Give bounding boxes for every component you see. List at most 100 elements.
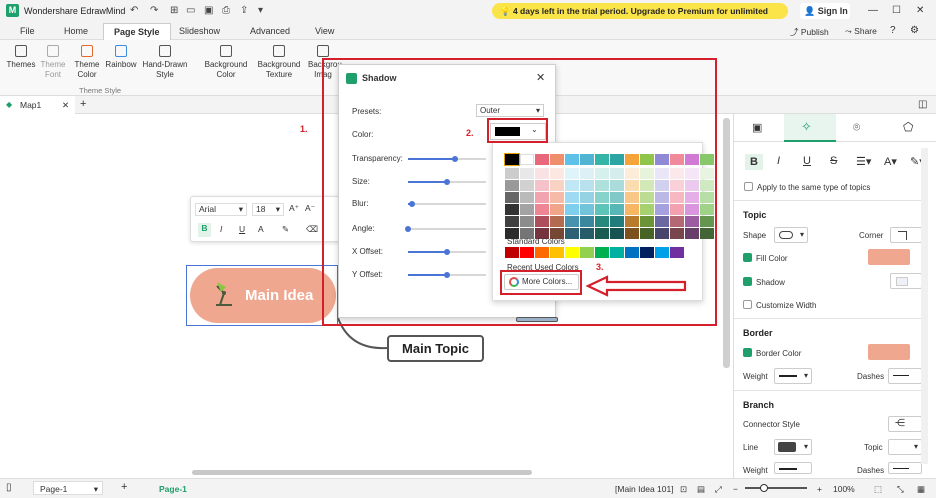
highlight-icon[interactable]: ✎: [282, 224, 289, 235]
apply-same-checkbox[interactable]: [744, 182, 753, 191]
fullscreen-icon[interactable]: ⤢: [715, 484, 722, 495]
theme-color-button[interactable]: Theme Color: [72, 45, 102, 80]
branch-weight-select[interactable]: [774, 462, 812, 474]
shadow-checkbox[interactable]: [743, 277, 752, 286]
zoom-slider[interactable]: [745, 484, 807, 492]
undo-icon[interactable]: ↶: [130, 5, 138, 16]
new-file-icon[interactable]: ⊞: [170, 5, 178, 16]
branch-topic-select[interactable]: ▾: [888, 439, 922, 455]
apply-same-label: Apply to the same type of topics: [757, 183, 871, 192]
font-color-icon[interactable]: A▾: [884, 155, 897, 168]
zoom-out-icon[interactable]: −: [733, 484, 738, 494]
format-painter-icon[interactable]: ⌫: [306, 224, 318, 235]
sparkle-icon[interactable]: ✧: [801, 119, 812, 135]
zoom-level[interactable]: 100%: [833, 484, 855, 494]
badge-icon[interactable]: ⬠: [903, 120, 913, 134]
border-color-picker[interactable]: [868, 344, 910, 360]
present-icon[interactable]: ▤: [697, 484, 705, 495]
fit-width-icon[interactable]: ⬚: [874, 484, 882, 495]
background-texture-button[interactable]: Background Texture: [254, 45, 304, 80]
border-weight-label: Weight: [743, 372, 768, 381]
publish-button[interactable]: ⤴ Publish: [790, 26, 829, 38]
tab-slideshow[interactable]: Slideshow: [171, 25, 228, 37]
rainbow-button[interactable]: Rainbow: [104, 45, 138, 70]
background-color-button[interactable]: Background Color: [203, 45, 249, 80]
more-icon[interactable]: ▾: [258, 5, 263, 16]
canvas-vertical-scrollbar[interactable]: [723, 118, 730, 368]
chevron-down-icon: ▾: [275, 204, 280, 214]
tab-page-style[interactable]: Page Style: [103, 23, 171, 40]
shape-select[interactable]: ▾: [774, 227, 808, 243]
font-family-value: Arial: [199, 204, 217, 214]
hand-drawn-style-button[interactable]: Hand-Drawn Style: [140, 45, 190, 80]
expand-icon[interactable]: ⤡: [897, 484, 904, 495]
save-icon[interactable]: ▣: [204, 5, 213, 16]
trial-banner[interactable]: 💡 4 days left in the trial period. Upgra…: [492, 3, 788, 32]
themes-button[interactable]: Themes: [6, 45, 36, 70]
grow-font-icon[interactable]: A⁺: [289, 203, 299, 214]
panel-underline-button[interactable]: U: [803, 155, 811, 167]
font-size-select[interactable]: 18 ▾: [252, 203, 284, 216]
panel-strikethrough-button[interactable]: S: [830, 155, 837, 167]
zoom-slider-knob[interactable]: [760, 484, 768, 492]
fill-color-picker[interactable]: [868, 249, 910, 265]
open-folder-icon[interactable]: ▭: [186, 5, 195, 16]
panel-bold-button[interactable]: B: [745, 154, 763, 170]
maximize-icon[interactable]: ☐: [892, 5, 901, 16]
tab-file[interactable]: File: [12, 25, 43, 37]
map-pin-icon[interactable]: ⌾: [853, 120, 860, 135]
italic-button[interactable]: I: [220, 224, 222, 234]
underline-button[interactable]: U: [239, 224, 245, 234]
branch-dashes-select[interactable]: [888, 462, 922, 474]
font-color-button[interactable]: A: [258, 224, 264, 234]
image-icon: [317, 45, 329, 57]
add-tab-icon[interactable]: +: [80, 98, 86, 110]
page-tab[interactable]: Page-1: [159, 484, 187, 494]
fill-color-checkbox[interactable]: [743, 253, 752, 262]
add-page-icon[interactable]: +: [121, 481, 127, 493]
minimize-icon[interactable]: —: [868, 5, 878, 16]
shadow-label: Shadow: [756, 278, 785, 287]
share-button[interactable]: ⤳ Share: [845, 26, 877, 37]
page-icon[interactable]: ▣: [752, 121, 762, 134]
resize-handle[interactable]: [516, 317, 558, 322]
tab-home[interactable]: Home: [56, 25, 96, 37]
page-select[interactable]: Page-1 ▾: [33, 481, 103, 495]
export-icon[interactable]: ⇪: [240, 5, 248, 16]
zoom-in-icon[interactable]: +: [817, 484, 822, 494]
bold-button[interactable]: B: [198, 223, 211, 237]
shrink-font-icon[interactable]: A⁻: [305, 203, 315, 214]
close-icon[interactable]: ✕: [916, 5, 924, 16]
settings-icon[interactable]: ⚙: [910, 25, 919, 36]
divider: [734, 318, 922, 319]
main-topic-node[interactable]: Main Topic: [387, 335, 484, 362]
line-color-select[interactable]: ▾: [774, 439, 812, 455]
tab-view[interactable]: View: [307, 25, 342, 37]
fit-page-icon[interactable]: ⊡: [680, 484, 687, 495]
align-icon[interactable]: ☰▾: [856, 155, 871, 168]
border-dashes-select[interactable]: [888, 368, 922, 384]
layout-icon[interactable]: ▦: [917, 484, 925, 495]
redo-icon[interactable]: ↷: [150, 5, 158, 16]
border-color-checkbox[interactable]: [743, 348, 752, 357]
line-color-swatch: [778, 442, 796, 452]
sign-in-button[interactable]: 👤 Sign In: [800, 3, 850, 19]
panel-scrollbar[interactable]: [921, 148, 928, 464]
tab-close-icon[interactable]: ✕: [62, 96, 69, 114]
corner-select[interactable]: [890, 227, 922, 243]
theme-font-button[interactable]: Theme Font: [38, 45, 68, 80]
font-family-select[interactable]: Arial ▾: [195, 203, 247, 216]
branch-dashes-label: Dashes: [857, 466, 885, 475]
canvas-horizontal-scrollbar[interactable]: [192, 470, 532, 475]
sidebar-toggle-icon[interactable]: ▯: [6, 482, 12, 493]
shadow-style-select[interactable]: [890, 273, 922, 289]
customize-width-checkbox[interactable]: [743, 300, 752, 309]
tab-advanced[interactable]: Advanced: [242, 25, 298, 37]
help-icon[interactable]: ?: [890, 25, 896, 36]
border-weight-select[interactable]: ▾: [774, 368, 812, 384]
connector-style-select[interactable]: ⋲: [888, 416, 922, 432]
panel-toggle-icon[interactable]: ◫: [918, 99, 927, 110]
print-icon[interactable]: ⎙: [222, 5, 230, 16]
font-icon: [47, 45, 59, 57]
panel-italic-button[interactable]: I: [777, 155, 780, 167]
